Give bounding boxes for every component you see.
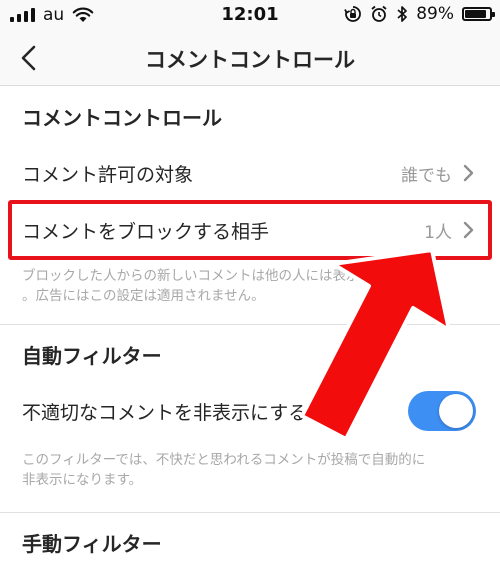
- battery-percent: 89%: [416, 4, 454, 24]
- hide-offensive-comments-label: 不適切なコメントを非表示にする: [22, 401, 308, 424]
- allow-comments-from-row[interactable]: コメント許可の対象 誰でも: [0, 146, 500, 200]
- block-helper-text: ブロックした人からの新しいコメントは他の人には表示されません 。広告にはこの設定…: [22, 268, 427, 304]
- rotation-lock-icon: [344, 5, 362, 23]
- block-comments-from-label: コメントをブロックする相手: [22, 220, 270, 243]
- section-header-auto-filter: 自動フィルター: [22, 344, 162, 368]
- status-right: 89%: [344, 4, 495, 24]
- auto-filter-helper-text: このフィルターでは、不快だと思われるコメントが投稿で自動的に 非表示になります。: [22, 452, 426, 488]
- section-header-comment-control: コメントコントロール: [22, 106, 222, 130]
- bluetooth-icon: [396, 5, 408, 23]
- status-bar: au 12:01 89%: [0, 0, 500, 30]
- block-comments-from-value: 1人: [424, 222, 452, 243]
- section-divider: [0, 324, 500, 325]
- chevron-right-icon: [463, 221, 474, 239]
- allow-comments-from-value: 誰でも: [401, 165, 452, 186]
- section-header-manual-filter: 手動フィルター: [22, 532, 162, 556]
- battery-icon: [462, 7, 495, 21]
- allow-comments-from-label: コメント許可の対象: [22, 163, 194, 186]
- block-comments-from-row[interactable]: コメントをブロックする相手 1人: [0, 203, 500, 257]
- hide-offensive-comments-row: 不適切なコメントを非表示にする: [0, 384, 500, 438]
- alarm-icon: [370, 5, 388, 23]
- page-title: コメントコントロール: [145, 48, 355, 72]
- nav-bar: コメントコントロール: [0, 30, 500, 86]
- section-divider: [0, 512, 500, 513]
- hide-offensive-comments-toggle[interactable]: [408, 391, 476, 431]
- chevron-right-icon: [463, 164, 474, 182]
- toggle-knob: [439, 394, 473, 428]
